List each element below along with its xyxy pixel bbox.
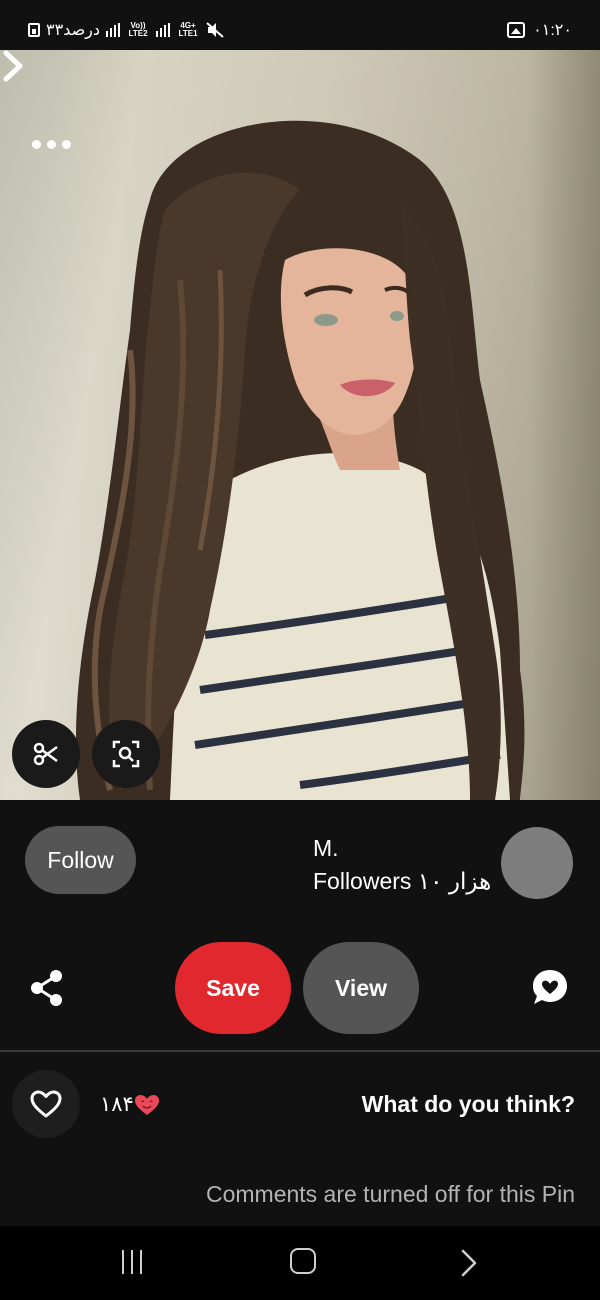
- like-button[interactable]: [12, 1070, 80, 1138]
- creator-name[interactable]: M.: [313, 835, 339, 862]
- divider: [0, 1050, 600, 1052]
- signal-icon: [106, 23, 121, 37]
- scissors-icon: [33, 742, 58, 766]
- status-right: ۰۱:۲۰: [507, 20, 572, 40]
- portrait-illustration: [75, 120, 525, 800]
- chevron-right-icon[interactable]: [0, 50, 26, 82]
- save-button[interactable]: Save: [175, 942, 291, 1034]
- cutout-button[interactable]: [12, 720, 80, 788]
- recent-apps-icon[interactable]: [122, 1250, 148, 1274]
- heart-outline-icon: [30, 1090, 62, 1118]
- reaction-count: ۱۸۴: [100, 1093, 134, 1116]
- pin-image[interactable]: [0, 50, 600, 800]
- status-left: ۳۳درصد Vo)) LTE2 4G+ LTE1: [28, 20, 224, 40]
- avatar[interactable]: [501, 827, 573, 899]
- comment-icon[interactable]: [531, 968, 569, 1008]
- status-bar: ۳۳درصد Vo)) LTE2 4G+ LTE1 ۰۱:۲۰: [0, 0, 600, 50]
- more-options-button[interactable]: [32, 136, 76, 152]
- gallery-icon: [507, 22, 526, 38]
- more-dots-icon: [32, 139, 41, 149]
- reaction-summary[interactable]: ۱۸۴: [100, 1092, 160, 1117]
- comments-off-notice: Comments are turned off for this Pin: [205, 1181, 575, 1207]
- share-icon[interactable]: [28, 968, 66, 1008]
- heart-eyes-icon: [134, 1094, 159, 1115]
- signal-icon: [156, 23, 171, 37]
- view-button[interactable]: View: [303, 942, 419, 1034]
- follow-button[interactable]: Follow: [25, 826, 136, 894]
- creator-followers: Followers ۱۰ هزار: [313, 868, 492, 894]
- system-nav-bar: [0, 1226, 600, 1300]
- visual-search-button[interactable]: [92, 720, 160, 788]
- battery-saver-icon: [28, 23, 40, 37]
- mute-icon: [206, 22, 224, 38]
- home-icon[interactable]: [290, 1248, 316, 1274]
- network-label-1: Vo)) LTE2: [128, 21, 148, 38]
- clock: ۰۱:۲۰: [533, 22, 572, 39]
- visual-search-icon: [112, 740, 140, 768]
- battery-text: ۳۳درصد: [46, 22, 101, 39]
- back-icon[interactable]: [460, 1248, 478, 1278]
- comment-prompt: What do you think?: [361, 1091, 575, 1117]
- network-label-2: 4G+ LTE1: [178, 21, 198, 38]
